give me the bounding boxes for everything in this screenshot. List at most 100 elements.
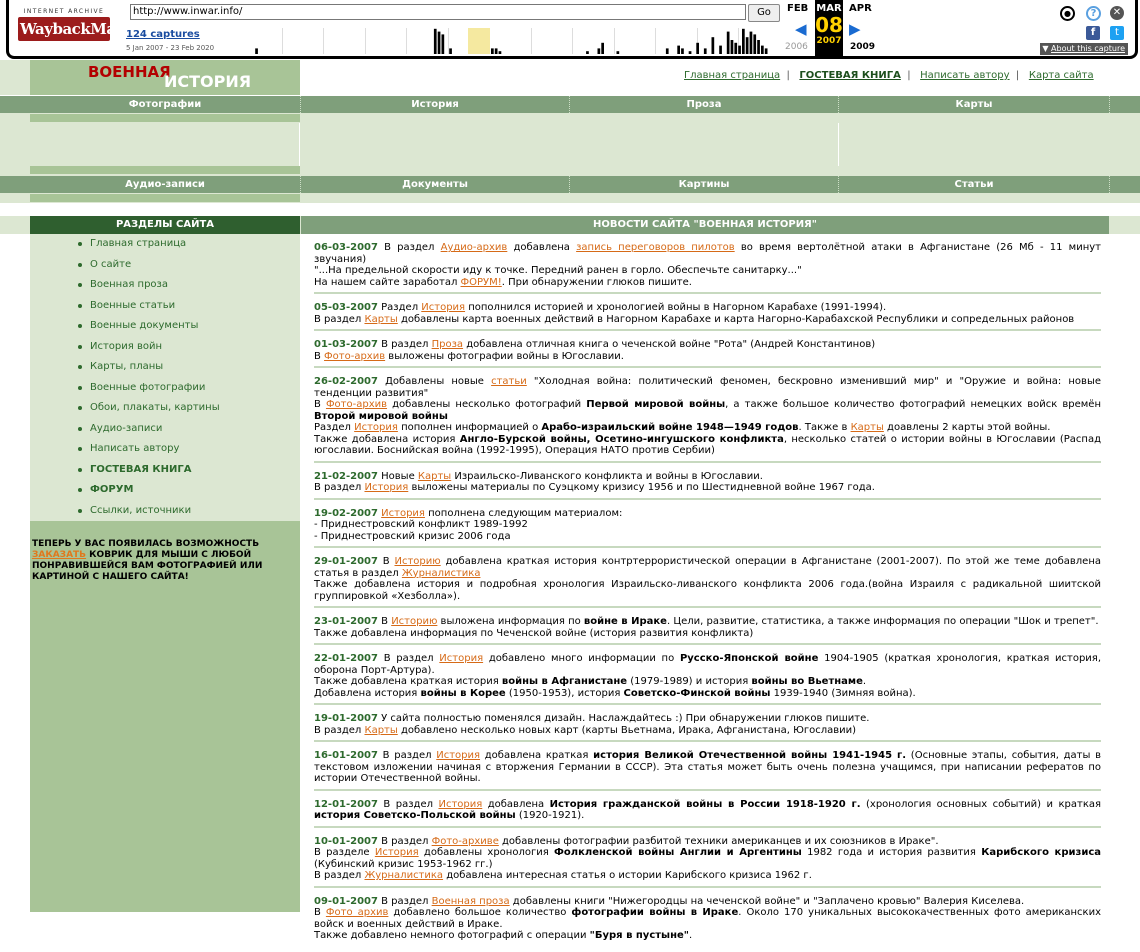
close-icon[interactable]: ✕: [1110, 6, 1124, 20]
news-link[interactable]: Карты: [364, 314, 397, 325]
sidebar-item[interactable]: Аудио-записи: [78, 419, 300, 440]
site-logo[interactable]: ВОЕННАЯ ИСТОРИЯ: [30, 60, 300, 95]
sidebar-item[interactable]: Военные документы: [78, 316, 300, 337]
menu-paintings[interactable]: Картины: [570, 176, 839, 193]
sparkline-bar: [441, 34, 445, 54]
sidebar-item[interactable]: ГОСТЕВАЯ КНИГА: [78, 460, 300, 481]
news-link[interactable]: Проза: [432, 339, 463, 350]
news-link[interactable]: Фото-архиве: [432, 836, 499, 847]
year-prev[interactable]: 2006: [785, 42, 808, 52]
account-icon[interactable]: ●: [1060, 6, 1075, 21]
wayback-logo[interactable]: INTERNET ARCHIVE WaybackMachine: [18, 8, 160, 48]
sidebar-item[interactable]: Обои, плакаты, картины: [78, 398, 300, 419]
news-link[interactable]: История: [364, 482, 408, 493]
news-text: В раздел: [377, 895, 432, 907]
go-button[interactable]: Go: [748, 4, 780, 22]
sidebar-item[interactable]: Карты, планы: [78, 357, 300, 378]
sparkline-bar: [730, 40, 734, 54]
news-link[interactable]: История: [438, 799, 482, 810]
news-line: В раздел Карты добавлено несколько новых…: [314, 725, 1101, 737]
news-link[interactable]: История: [421, 302, 465, 313]
menu-articles[interactable]: Статьи: [839, 176, 1110, 193]
sidebar-item[interactable]: О сайте: [78, 255, 300, 276]
news-link[interactable]: Военная проза: [432, 896, 510, 907]
news-link[interactable]: История: [436, 750, 480, 761]
sidebar-item[interactable]: Военные статьи: [78, 296, 300, 317]
menu-prose[interactable]: Проза: [570, 96, 839, 113]
news-link[interactable]: статьи: [491, 376, 527, 387]
news-text: добавлена краткая: [480, 750, 594, 761]
sidebar-item[interactable]: История войн: [78, 337, 300, 358]
news-date: 19-02-2007: [314, 507, 378, 519]
toplink-guestbook[interactable]: ГОСТЕВАЯ КНИГА: [799, 70, 900, 81]
next-capture-arrow-icon[interactable]: ▶: [849, 20, 861, 38]
menu-photos[interactable]: Фотографии: [30, 96, 301, 113]
sidebar-item[interactable]: Ссылки, источники: [78, 501, 300, 522]
news-link[interactable]: Аудио-архив: [441, 242, 508, 253]
month-next[interactable]: APR: [849, 3, 872, 14]
news-text: Также добавлена информация по Чеченской …: [314, 627, 754, 639]
news-link[interactable]: Историю: [391, 616, 437, 627]
menu-maps[interactable]: Карты: [839, 96, 1110, 113]
news-item: 06-03-2007 В раздел Аудио-архив добавлен…: [314, 240, 1101, 294]
news-link[interactable]: запись переговоров пилотов: [576, 242, 735, 253]
menu-documents[interactable]: Документы: [301, 176, 570, 193]
news-emphasis: Первой мировой войны: [586, 399, 726, 410]
sidebar-item[interactable]: ФОРУМ: [78, 480, 300, 501]
twitter-icon[interactable]: t: [1110, 26, 1124, 40]
news-text: . Также в: [798, 422, 851, 433]
news-link[interactable]: История: [354, 422, 398, 433]
sparkline-bar: [437, 31, 441, 54]
news-link[interactable]: Карты: [418, 471, 451, 482]
news-text: В: [314, 399, 326, 410]
news-link[interactable]: История: [381, 508, 425, 519]
news-date: 21-02-2007: [314, 470, 378, 482]
logo-title: WaybackMachine: [18, 17, 160, 41]
toplink-sitemap[interactable]: Карта сайта: [1029, 70, 1094, 81]
news-link[interactable]: Журналистика: [364, 870, 443, 881]
promo-order-link[interactable]: ЗАКАЗАТЬ: [32, 550, 86, 560]
news-link[interactable]: ФОРУМ!: [461, 277, 502, 288]
sparkline-bar: [726, 31, 730, 54]
help-icon[interactable]: ?: [1086, 6, 1101, 21]
news-line: В Фото-архив добавлены несколько фотогра…: [314, 399, 1101, 422]
sidebar-item[interactable]: Военные фотографии: [78, 378, 300, 399]
news-link[interactable]: Карты: [364, 725, 397, 736]
menu-history[interactable]: История: [301, 96, 570, 113]
news-line: Также добавлена краткая история войны в …: [314, 676, 1101, 688]
news-line: - Приднестровский кризис 2006 года: [314, 531, 1101, 543]
facebook-icon[interactable]: f: [1086, 26, 1100, 40]
submenu-area: [0, 123, 1140, 166]
news-link[interactable]: Журналистика: [402, 568, 481, 579]
news-text: добавлена отличная книга о чеченской вой…: [463, 339, 876, 350]
menu-audio[interactable]: Аудио-записи: [30, 176, 301, 193]
news-link[interactable]: История: [439, 653, 483, 664]
month-prev[interactable]: FEB: [787, 3, 808, 14]
news-line: 10-01-2007 В раздел Фото-архиве добавлен…: [314, 836, 1101, 848]
news-text: В: [314, 907, 326, 918]
sidebar-item[interactable]: Главная страница: [78, 234, 300, 255]
url-input[interactable]: http://www.inwar.info/: [130, 4, 746, 20]
sparkline-bar: [677, 45, 680, 54]
news-link[interactable]: Фото-архив: [326, 399, 387, 410]
news-text: выложены фотографии войны в Югославии.: [385, 350, 624, 362]
news-text: В разделе: [314, 847, 375, 858]
prev-capture-arrow-icon[interactable]: ◀: [795, 20, 807, 38]
news-link[interactable]: Фото-архив: [324, 351, 385, 362]
about-capture-button[interactable]: ▼ About this capture: [1040, 43, 1128, 55]
sidebar-item[interactable]: Написать автору: [78, 439, 300, 460]
year-next[interactable]: 2009: [850, 42, 875, 52]
sparkline-bar: [757, 40, 760, 54]
captures-sparkline[interactable]: [240, 22, 780, 54]
toplink-contact[interactable]: Написать автору: [920, 70, 1009, 81]
sparkline-bar: [681, 48, 684, 54]
captures-link[interactable]: 124 captures: [126, 29, 200, 40]
promo-box: ТЕПЕРЬ У ВАС ПОЯВИЛАСЬ ВОЗМОЖНОСТЬ ЗАКАЗ…: [30, 521, 300, 912]
news-link[interactable]: Фото архив: [326, 907, 389, 918]
news-link[interactable]: История: [375, 847, 419, 858]
toplink-home[interactable]: Главная страница: [684, 70, 780, 81]
news-link[interactable]: Карты: [851, 422, 884, 433]
news-item: 26-02-2007 Добавлены новые статьи "Холод…: [314, 374, 1101, 463]
news-link[interactable]: Историю: [395, 556, 441, 567]
sidebar-item[interactable]: Военная проза: [78, 275, 300, 296]
